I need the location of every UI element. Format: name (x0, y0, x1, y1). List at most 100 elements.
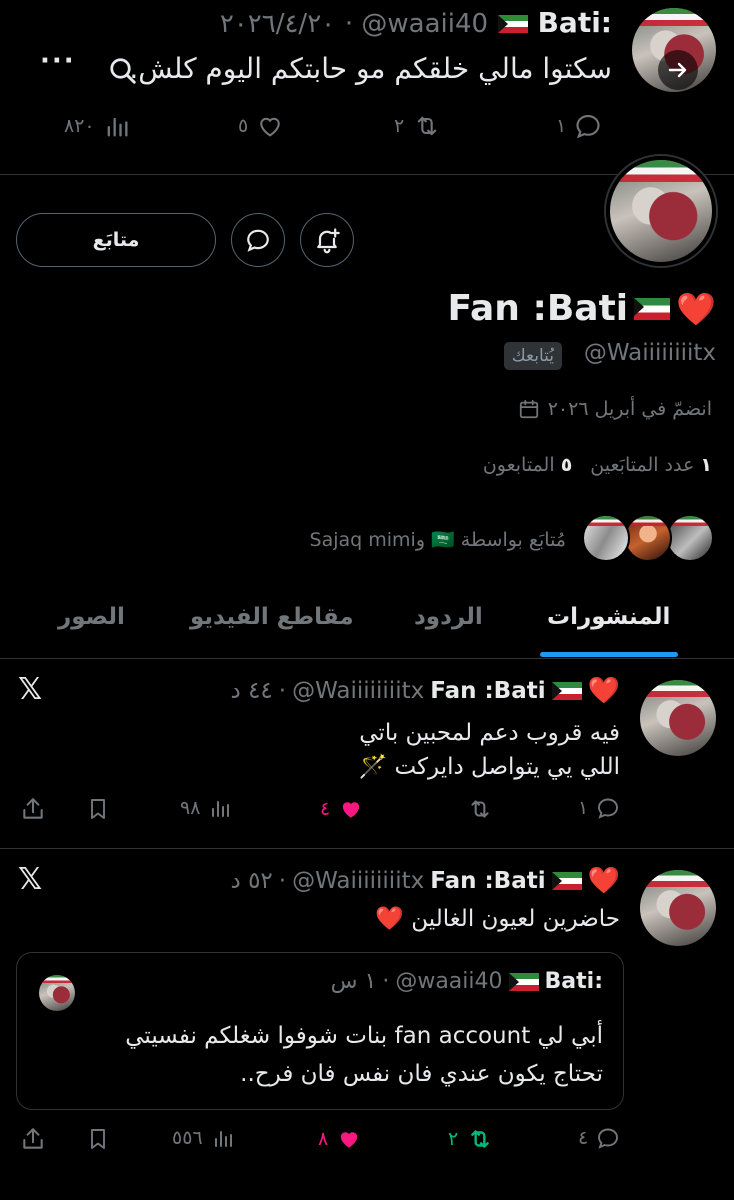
like-icon (343, 802, 360, 818)
kuwait-flag-icon (508, 972, 539, 991)
tab-videos[interactable]: مقاطع الفيديو (190, 604, 354, 630)
post-reply-button[interactable]: ٤ (578, 1126, 620, 1150)
post-share-button[interactable] (20, 1126, 46, 1152)
post-reply-count: ١ (578, 797, 589, 819)
following-stat-label: عدد المتابَعين (590, 454, 695, 476)
quote-text: أبي لي fan account بنات شوفوا شغلكم نفسي… (125, 1017, 603, 1093)
views-icon (214, 1131, 232, 1147)
post-bookmark-button[interactable] (86, 796, 110, 822)
post-avatar[interactable] (640, 680, 716, 756)
quote-line: أبي لي fan account بنات شوفوا شغلكم نفسي… (125, 1023, 603, 1049)
profile-name-text: Fan :Bati (447, 288, 629, 329)
divider (0, 658, 734, 659)
share-icon (23, 1128, 43, 1149)
post-views-count: ٩٨ (180, 797, 201, 819)
repost-icon (471, 800, 489, 818)
post-header: ٤٤ د · @Waiiiiiiiitx Fan :Bati ❤️ (230, 676, 621, 706)
bookmark-icon (91, 799, 105, 819)
search-icon (110, 58, 136, 84)
post-author-name: Fan :Bati (430, 678, 546, 704)
follows-you-badge: يُتابعك (503, 342, 562, 370)
following-link[interactable]: ١ عدد المتابَعين (590, 454, 712, 476)
following-label: متابَع (92, 229, 140, 251)
following-button[interactable]: متابَع (16, 213, 216, 267)
post-reply-button[interactable]: ١ (578, 796, 620, 820)
top-like-button[interactable]: ٥ (238, 112, 284, 140)
top-views-count: ٨٢٠ (64, 115, 95, 137)
tab-replies[interactable]: الردود (414, 604, 483, 630)
top-reply-button[interactable]: ١ (556, 112, 602, 140)
followers-link[interactable]: ٥ المتابعون (483, 454, 572, 476)
top-repost-button[interactable]: ٢ (394, 112, 442, 140)
followed-by-text[interactable]: مُتابَع بواسطة 🇸🇦 وSajaq mimi (310, 528, 566, 551)
post-time: ٤٤ د (230, 678, 273, 704)
follower-avatar (624, 514, 672, 562)
calendar-icon (519, 399, 538, 419)
notify-button[interactable] (300, 213, 354, 267)
back-arrow-button[interactable] (658, 50, 698, 90)
post-reply-count: ٤ (578, 1127, 589, 1149)
quote-handle: @waaii40 (395, 969, 503, 994)
post-author-name: Fan :Bati (430, 868, 546, 894)
post-like-button[interactable]: ٤ (320, 796, 364, 822)
back-arrow-icon (668, 62, 687, 78)
profile-avatar[interactable] (606, 156, 716, 266)
profile-handle: @Waiiiiiiiitx (583, 340, 716, 366)
quote-time: ١ س (330, 969, 377, 994)
top-tweet-date: ٢٠٢٦/٤/٢٠ (219, 9, 336, 39)
like-icon (260, 117, 281, 137)
post-line: فيه قروب دعم لمحبين باتي (359, 720, 620, 746)
kuwait-flag-icon (634, 297, 671, 320)
joined-text: انضمّ في أبريل ٢٠٢٦ (547, 398, 712, 420)
post-text: فيه قروب دعم لمحبين باتي اللي يي يتواصل … (359, 716, 620, 784)
bookmark-icon (91, 1129, 105, 1149)
post-line: اللي يي يتواصل دايركت 🪄 (358, 754, 620, 780)
tab-photos[interactable]: الصور (58, 604, 125, 630)
post-avatar[interactable] (640, 870, 716, 946)
top-repost-count: ٢ (394, 115, 405, 137)
message-button[interactable] (231, 213, 285, 267)
top-views-button[interactable]: ٨٢٠ (64, 112, 131, 140)
post-repost-button[interactable] (466, 796, 494, 822)
repost-icon (418, 116, 437, 136)
x-logo-icon: 𝕏 (18, 672, 43, 707)
tab-posts[interactable]: المنشورات (547, 604, 670, 630)
post-views-button[interactable]: ٥٥٦ (172, 1126, 235, 1150)
reply-icon (598, 798, 619, 819)
quote-header: ١ س · @waaii40 Bati: (330, 969, 603, 994)
post-repost-button[interactable]: ٢ (448, 1126, 494, 1152)
like-icon (341, 1132, 358, 1148)
follower-avatar (582, 514, 630, 562)
post-like-count: ٨ (318, 1128, 329, 1150)
post-views-count: ٥٥٦ (172, 1127, 203, 1149)
post-views-button[interactable]: ٩٨ (180, 796, 232, 820)
divider (0, 848, 734, 849)
red-heart-icon: ❤️ (587, 866, 620, 896)
views-icon (212, 801, 230, 817)
post-handle: @Waiiiiiiiitx (292, 868, 425, 894)
views-icon (107, 117, 128, 137)
post-line: حاضرين لعيون الغالين ❤️ (375, 906, 620, 932)
post-like-button[interactable]: ٨ (318, 1126, 362, 1152)
reply-icon (576, 115, 600, 139)
follower-avatar (666, 514, 714, 562)
quoted-tweet[interactable]: ١ س · @waaii40 Bati: أبي لي fan account … (16, 952, 624, 1110)
followers-stat-label: المتابعون (482, 454, 555, 476)
profile-name: Fan :Bati ❤️ (448, 288, 716, 329)
post-repost-count: ٢ (448, 1128, 459, 1150)
notify-icon (317, 228, 340, 254)
more-icon[interactable]: ··· (40, 46, 76, 76)
message-icon (247, 229, 269, 252)
top-tweet-name: Bati: (537, 6, 612, 39)
search-button[interactable] (108, 56, 138, 86)
post-bookmark-button[interactable] (86, 1126, 110, 1152)
top-tweet-handle: @waaii40 (361, 9, 489, 39)
repost-icon (471, 1130, 489, 1148)
joined-date: انضمّ في أبريل ٢٠٢٦ (518, 398, 712, 420)
post-share-button[interactable] (20, 796, 46, 822)
post-header: ٥٢ د · @Waiiiiiiiitx Fan :Bati ❤️ (230, 866, 621, 896)
post-like-count: ٤ (320, 798, 331, 820)
top-like-count: ٥ (238, 115, 249, 137)
top-tweet-text: سكتوا مالي خلقكم مو حابتكم اليوم كلش. (129, 52, 612, 85)
reply-icon (598, 1128, 619, 1149)
